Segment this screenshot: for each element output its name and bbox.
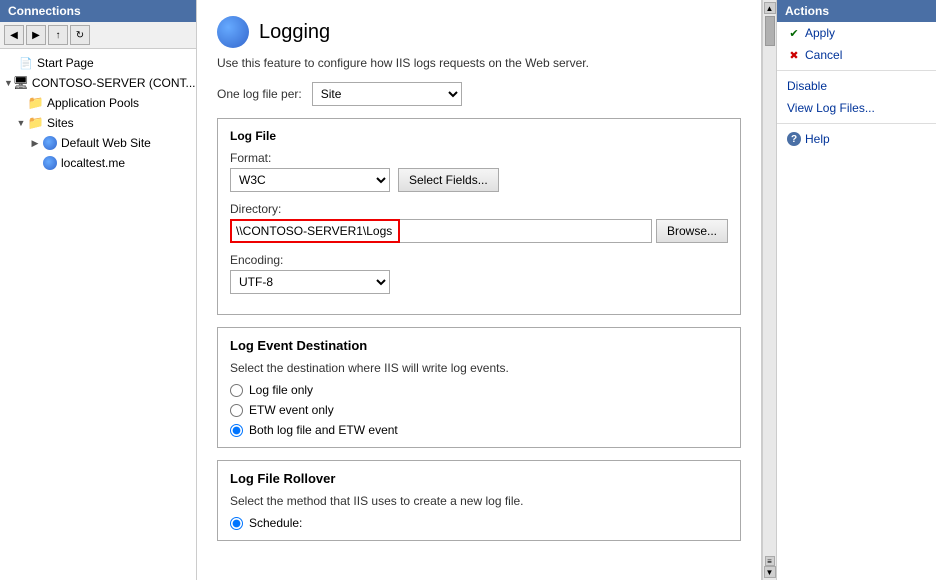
- content-area: Logging Use this feature to configure ho…: [197, 0, 762, 580]
- radio-schedule-input[interactable]: [230, 517, 243, 530]
- page-icon: 📄: [18, 55, 34, 71]
- encoding-select[interactable]: UTF-8 ANSI: [230, 270, 390, 294]
- format-row: Format: W3C IIS NCSA Custom Select Field…: [230, 151, 728, 192]
- radio-both-label: Both log file and ETW event: [249, 423, 398, 437]
- scroll-track: [765, 16, 775, 554]
- apply-label: Apply: [805, 26, 835, 40]
- disable-action[interactable]: Disable: [777, 75, 936, 97]
- one-log-file-label: One log file per:: [217, 87, 302, 101]
- globe-icon: [42, 135, 58, 151]
- log-rollover-title: Log File Rollover: [230, 471, 728, 486]
- radio-log-file-only-input[interactable]: [230, 384, 243, 397]
- log-rollover-radio-group: Schedule:: [230, 516, 728, 530]
- log-file-title: Log File: [230, 129, 728, 143]
- radio-both[interactable]: Both log file and ETW event: [230, 423, 728, 437]
- log-event-desc: Select the destination where IIS will wr…: [230, 361, 728, 375]
- format-label: Format:: [230, 151, 728, 165]
- sidebar-toolbar: ◀ ▶ ↑ ↻: [0, 22, 196, 49]
- apply-icon: ✔: [787, 26, 801, 40]
- scroll-thumb[interactable]: [765, 16, 775, 46]
- scroll-up-arrow[interactable]: ▲: [764, 2, 776, 14]
- sidebar-tree: 📄 Start Page ▼ 🖥 CONTOSO-SERVER (CONT...…: [0, 49, 196, 580]
- view-log-files-action[interactable]: View Log Files...: [777, 97, 936, 119]
- expander: ▼: [4, 78, 13, 88]
- forward-button[interactable]: ▶: [26, 25, 46, 45]
- back-button[interactable]: ◀: [4, 25, 24, 45]
- actions-header: Actions: [777, 0, 936, 22]
- log-event-radio-group: Log file only ETW event only Both log fi…: [230, 383, 728, 437]
- radio-etw-only-input[interactable]: [230, 404, 243, 417]
- sidebar-label: Default Web Site: [61, 136, 151, 150]
- view-log-files-label: View Log Files...: [787, 101, 875, 115]
- sidebar-header: Connections: [0, 0, 196, 22]
- one-log-file-row: One log file per: Site Server Applicatio…: [217, 82, 741, 106]
- help-icon: ?: [787, 132, 801, 146]
- sidebar-item-contoso-server[interactable]: ▼ 🖥 CONTOSO-SERVER (CONT...: [0, 73, 196, 93]
- cancel-label: Cancel: [805, 48, 842, 62]
- directory-input-group: [230, 219, 652, 243]
- sidebar-label: Sites: [47, 116, 74, 130]
- server-icon: 🖥: [13, 75, 29, 91]
- log-event-section: Log Event Destination Select the destina…: [217, 327, 741, 448]
- sidebar-label: Start Page: [37, 56, 94, 70]
- directory-input-right[interactable]: [400, 219, 652, 243]
- log-file-section: Log File Format: W3C IIS NCSA Custom Sel…: [217, 118, 741, 315]
- globe-icon: [42, 155, 58, 171]
- sidebar-item-application-pools[interactable]: 📁 Application Pools: [0, 93, 196, 113]
- radio-etw-only-label: ETW event only: [249, 403, 334, 417]
- sidebar-label: Application Pools: [47, 96, 139, 110]
- log-rollover-section: Log File Rollover Select the method that…: [217, 460, 741, 541]
- page-title: Logging: [259, 21, 330, 44]
- browse-button[interactable]: Browse...: [656, 219, 728, 243]
- cancel-icon: ✖: [787, 48, 801, 62]
- cancel-action[interactable]: ✖ Cancel: [777, 44, 936, 66]
- scroll-down-arrow[interactable]: ▼: [764, 566, 776, 578]
- log-rollover-desc: Select the method that IIS uses to creat…: [230, 494, 728, 508]
- encoding-row: Encoding: UTF-8 ANSI: [230, 253, 728, 294]
- main-content: Logging Use this feature to configure ho…: [197, 0, 776, 580]
- sidebar-item-sites[interactable]: ▼ 📁 Sites: [0, 113, 196, 133]
- directory-row: Directory: Browse...: [230, 202, 728, 243]
- up-button[interactable]: ↑: [48, 25, 68, 45]
- select-fields-button[interactable]: Select Fields...: [398, 168, 499, 192]
- actions-panel: Actions ✔ Apply ✖ Cancel Disable View Lo…: [776, 0, 936, 580]
- folder-icon: 📁: [28, 95, 44, 111]
- log-event-title: Log Event Destination: [230, 338, 728, 353]
- radio-schedule[interactable]: Schedule:: [230, 516, 728, 530]
- logging-icon: [217, 16, 249, 48]
- folder-icon: 📁: [28, 115, 44, 131]
- sidebar: Connections ◀ ▶ ↑ ↻ 📄 Start Page ▼ 🖥 CON…: [0, 0, 197, 580]
- content-description: Use this feature to configure how IIS lo…: [217, 56, 741, 70]
- radio-etw-only[interactable]: ETW event only: [230, 403, 728, 417]
- radio-log-file-only-label: Log file only: [249, 383, 313, 397]
- radio-log-file-only[interactable]: Log file only: [230, 383, 728, 397]
- main-scrollbar: ▲ ≡ ▼: [762, 0, 776, 580]
- disable-label: Disable: [787, 79, 827, 93]
- directory-input-left[interactable]: [230, 219, 400, 243]
- directory-label: Directory:: [230, 202, 728, 216]
- action-separator-2: [777, 123, 936, 124]
- sidebar-item-localtest-me[interactable]: localtest.me: [0, 153, 196, 173]
- apply-action[interactable]: ✔ Apply: [777, 22, 936, 44]
- help-label: Help: [805, 132, 830, 146]
- one-log-file-select[interactable]: Site Server Application Pool: [312, 82, 462, 106]
- help-action[interactable]: ? Help: [777, 128, 936, 150]
- scroll-grip[interactable]: ≡: [765, 556, 775, 566]
- content-header: Logging: [217, 16, 741, 48]
- sidebar-item-default-web-site[interactable]: ▶ Default Web Site: [0, 133, 196, 153]
- sidebar-label: CONTOSO-SERVER (CONT...: [32, 76, 196, 90]
- radio-both-input[interactable]: [230, 424, 243, 437]
- sidebar-item-start-page[interactable]: 📄 Start Page: [0, 53, 196, 73]
- refresh-button[interactable]: ↻: [70, 25, 90, 45]
- radio-schedule-label: Schedule:: [249, 516, 302, 530]
- sidebar-label: localtest.me: [61, 156, 125, 170]
- encoding-label: Encoding:: [230, 253, 728, 267]
- expander: ▼: [14, 118, 28, 128]
- action-separator-1: [777, 70, 936, 71]
- format-select[interactable]: W3C IIS NCSA Custom: [230, 168, 390, 192]
- expander: ▶: [28, 138, 42, 149]
